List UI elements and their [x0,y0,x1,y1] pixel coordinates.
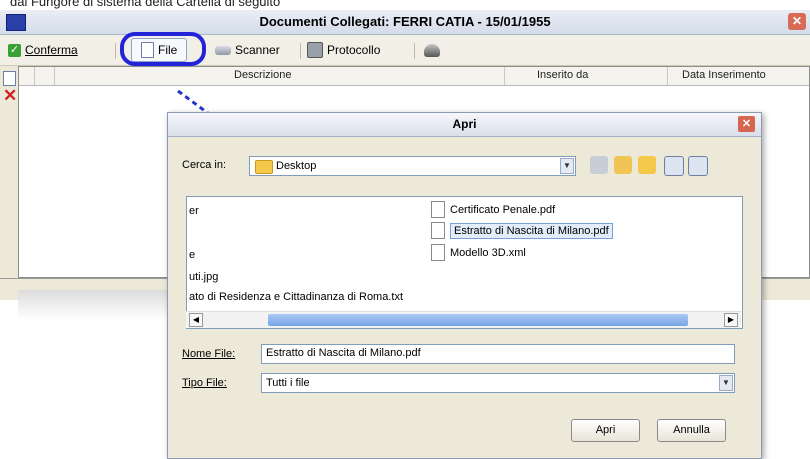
column-header-date[interactable]: Data Inserimento [682,69,766,81]
toolbar-separator [414,43,415,59]
file-highlight-circle [120,32,206,66]
look-in-select[interactable]: Desktop ▼ [249,156,576,176]
close-icon[interactable]: ✕ [788,13,806,30]
look-in-value: Desktop [276,160,317,172]
file-name: Estratto di Nascita di Milano.pdf [450,222,613,239]
list-item[interactable]: ato di Residenza e Cittadinanza di Roma.… [189,291,403,303]
dialog-title-bar: Apri ✕ [168,113,761,137]
scanner-label: Scanner [235,43,280,57]
new-folder-icon[interactable] [638,156,656,174]
document-icon [431,222,445,239]
horizontal-scrollbar[interactable]: ◀ ▶ [186,311,741,328]
list-item[interactable]: uti.jpg [189,271,218,283]
list-item[interactable]: er [189,205,199,217]
column-header-description[interactable]: Descrizione [234,69,291,81]
dialog-title: Apri [452,117,477,131]
list-item[interactable]: Modello 3D.xml [431,244,526,261]
back-icon[interactable] [590,156,608,174]
open-dialog: Apri ✕ Cerca in: Desktop ▼ er e uti.jpg … [167,112,762,459]
file-list: er e uti.jpg ato di Residenza e Cittadin… [186,196,743,329]
list-item[interactable]: Certificato Penale.pdf [431,201,555,218]
delete-icon[interactable]: ✕ [3,87,17,104]
confirm-button[interactable]: ✓ Conferma [8,41,78,59]
grid-header: Descrizione Inserito da Data Inserimento [19,67,809,86]
up-folder-icon[interactable] [614,156,632,174]
list-item-selected[interactable]: Estratto di Nascita di Milano.pdf [431,222,613,239]
main-window-title: Documenti Collegati: FERRI CATIA - 15/01… [259,14,551,29]
filetype-label: Tipo File: [182,377,227,389]
chevron-down-icon[interactable]: ▼ [560,158,574,174]
look-in-label: Cerca in: [182,159,227,171]
filename-field[interactable]: Estratto di Nascita di Milano.pdf [261,344,735,364]
document-icon [431,244,445,261]
cancel-button[interactable]: Annulla [657,419,726,442]
chevron-down-icon[interactable]: ▼ [719,375,733,391]
protocol-label: Protocollo [327,43,381,57]
filetype-value: Tutti i file [266,377,310,389]
column-divider [667,67,668,85]
scroll-left-icon[interactable]: ◀ [189,313,203,327]
protocol-icon [307,42,323,58]
file-name: ato di Residenza e Cittadinanza di Roma.… [189,291,404,303]
top-caption-text: dal Fungore di sistema della Cartella di… [10,0,281,9]
check-icon: ✓ [8,43,21,57]
document-icon [431,201,445,218]
toolbar-separator [300,43,301,59]
column-header-inserted-by[interactable]: Inserito da [537,69,588,81]
protocol-button[interactable]: Protocollo [307,41,380,59]
confirm-label: Conferma [25,43,78,57]
file-name: e [189,249,196,261]
details-view-icon[interactable] [688,156,708,176]
dialog-close-icon[interactable]: ✕ [738,116,755,132]
open-button[interactable]: Apri [571,419,640,442]
folder-icon [255,160,273,174]
column-divider [504,67,505,85]
scroll-right-icon[interactable]: ▶ [724,313,738,327]
navigation-tools [586,154,746,178]
toolbar-separator [115,43,116,59]
grid-side-tools: ✕ [0,66,18,276]
list-item[interactable]: e [189,249,195,261]
filename-label: Nome File: [182,348,236,360]
file-name: uti.jpg [189,271,219,283]
extra-tool-button[interactable] [424,41,440,59]
file-name: er [189,205,199,217]
column-divider [54,67,55,85]
column-divider [34,67,35,85]
new-document-icon[interactable] [3,71,16,86]
scroll-thumb[interactable] [268,314,688,326]
filetype-select[interactable]: Tutti i file ▼ [261,373,735,393]
helmet-icon [424,43,440,57]
main-title-bar: Documenti Collegati: FERRI CATIA - 15/01… [0,10,810,35]
file-name: Modello 3D.xml [450,246,526,259]
file-name: Certificato Penale.pdf [450,203,556,216]
main-toolbar: ✓ Conferma File Scanner Protocollo [0,32,810,66]
list-view-icon[interactable] [664,156,684,176]
scanner-icon [215,45,231,55]
scanner-button[interactable]: Scanner [215,41,280,59]
top-caption: dal Fungore di sistema della Cartella di… [0,0,810,10]
